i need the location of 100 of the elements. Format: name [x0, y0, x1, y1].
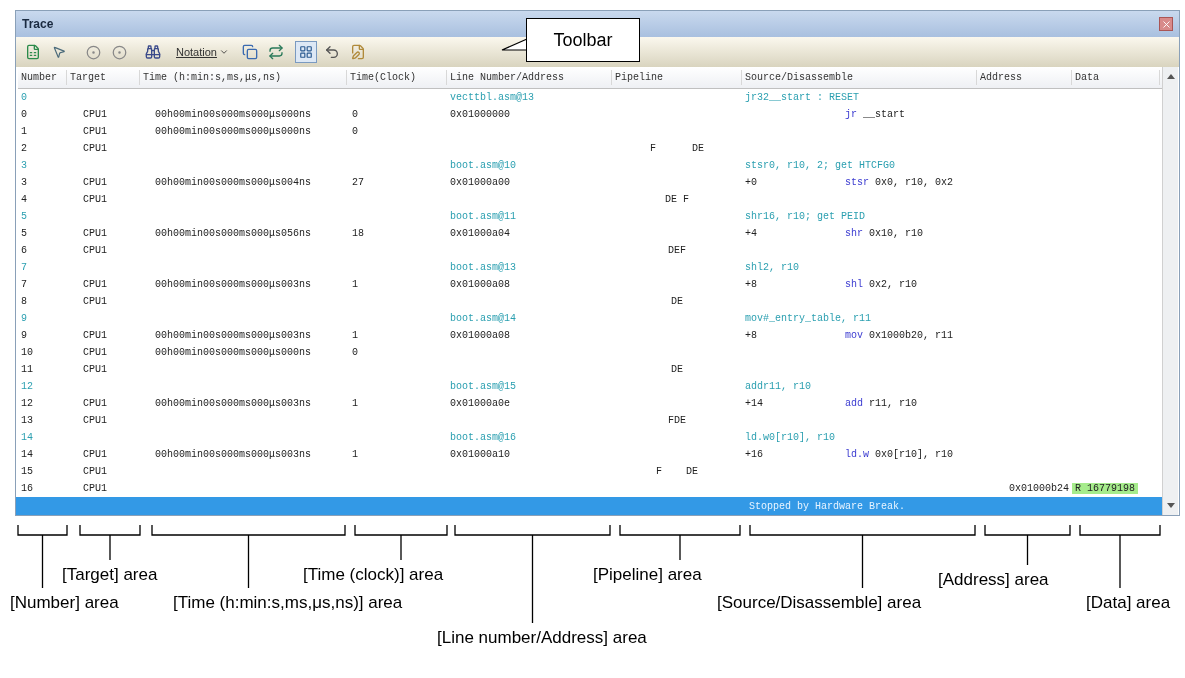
time-cell-text: 00h00min00s000ms000μs003ns	[154, 279, 313, 290]
offset-cell-text: +8	[744, 279, 758, 290]
column-heading[interactable]: Pipeline	[612, 70, 742, 85]
address-cell-text: 0x01000a08	[449, 330, 511, 341]
clock-cell-text: 1	[351, 449, 359, 460]
row-number: 8	[20, 295, 28, 309]
row-number: 14	[20, 431, 34, 445]
row-number: 11	[20, 363, 34, 377]
target-cell-text: CPU1	[82, 126, 108, 137]
column-heading[interactable]: Time (h:min:s,ms,μs,ns)	[140, 70, 347, 85]
row-number: 1	[20, 125, 28, 139]
column-heading[interactable]: Line Number/Address	[447, 70, 612, 85]
mnemonic: add	[844, 397, 864, 411]
source-line: mov#_entry_table, r11	[744, 312, 873, 326]
clock-cell-text: 0	[351, 126, 359, 137]
address-value: 0x01000b24	[1008, 482, 1070, 496]
pipeline-stages: FDE	[667, 414, 687, 428]
area-label: [Time (h:min:s,ms,μs,ns)] area	[173, 592, 403, 614]
operands: 0x0[r10], r10	[874, 448, 955, 462]
time-cell-text: 00h00min00s000ms000μs003ns	[154, 398, 313, 409]
column-heading[interactable]: Data	[1072, 70, 1160, 85]
toolbar-callout-tail	[500, 38, 528, 54]
column-heading[interactable]: Address	[977, 70, 1072, 85]
target-cell-text: CPU1	[82, 398, 108, 409]
target-cell-text: CPU1	[82, 449, 108, 460]
time-cell-text: 00h00min00s000ms000μs000ns	[154, 347, 313, 358]
row-number: 3	[20, 176, 28, 190]
offset-cell-text: +0	[744, 177, 758, 188]
clock-cell-text: 1	[351, 330, 359, 341]
source-file-line: boot.asm@14	[449, 312, 517, 326]
source-file-line: boot.asm@13	[449, 261, 517, 275]
row-number: 5	[20, 210, 28, 224]
close-button[interactable]	[1159, 17, 1173, 31]
mnemonic: stsr	[844, 176, 870, 190]
row-number: 7	[20, 261, 28, 275]
area-label: [Number] area	[10, 592, 119, 614]
clock-cell-text: 1	[351, 398, 359, 409]
column-heading[interactable]: Source/Disassemble	[742, 70, 977, 85]
clock-cell-text: 0	[351, 347, 359, 358]
data-value: R 16779198	[1072, 483, 1138, 494]
target-cell-text: CPU1	[82, 483, 108, 494]
target-cell-text: CPU1	[82, 296, 108, 307]
time-cell-text: 00h00min00s000ms000μs000ns	[154, 109, 313, 120]
pipeline-stages: DE	[670, 363, 684, 377]
caret-icon	[219, 47, 229, 57]
target-cell-text: CPU1	[82, 228, 108, 239]
scroll-down-icon[interactable]	[1166, 503, 1175, 509]
row-number: 14	[20, 448, 34, 462]
area-label: [Time (clock)] area	[303, 564, 444, 586]
row-number: 9	[20, 329, 28, 343]
grid-icon[interactable]	[295, 41, 317, 63]
notation-button[interactable]: Notation	[174, 43, 231, 61]
row-number: 13	[20, 414, 34, 428]
address-cell-text: 0x01000a00	[449, 177, 511, 188]
row-number: 6	[20, 244, 28, 258]
source-line: jr32__start : RESET	[744, 91, 861, 105]
scrollbar[interactable]	[1162, 67, 1178, 515]
source-line: addr11, r10	[744, 380, 812, 394]
area-label: [Data] area	[1086, 592, 1171, 614]
offset-cell-text: +16	[744, 449, 764, 460]
window-title: Trace	[22, 16, 54, 33]
offset-cell-text: +8	[744, 330, 758, 341]
mnemonic: mov	[844, 329, 864, 343]
toolbar-callout: Toolbar	[526, 18, 640, 62]
address-cell-text: 0x01000a10	[449, 449, 511, 460]
row-number: 4	[20, 193, 28, 207]
target-cell-text: CPU1	[82, 245, 108, 256]
operands: 0x10, r10	[868, 227, 925, 241]
target-cell-text: CPU1	[82, 177, 108, 188]
row-number: 16	[20, 482, 34, 496]
operands: 0x1000b20, r11	[868, 329, 955, 343]
mnemonic: shl	[844, 278, 864, 292]
status-text: Stopped by Hardware Break.	[749, 499, 906, 514]
operands: __start	[862, 108, 907, 122]
source-file-line: boot.asm@11	[449, 210, 517, 224]
row-number: 12	[20, 380, 34, 394]
target-cell-text: CPU1	[82, 330, 108, 341]
row-number: 2	[20, 142, 28, 156]
operands: 0x2, r10	[868, 278, 919, 292]
source-line: shr16, r10; get PEID	[744, 210, 867, 224]
column-heading[interactable]: Time(Clock)	[347, 70, 447, 85]
row-number: 0	[20, 108, 28, 122]
row-number: 9	[20, 312, 28, 326]
offset-cell-text: +4	[744, 228, 758, 239]
target-cell-text: CPU1	[82, 109, 108, 120]
column-heading[interactable]: Number	[18, 70, 67, 85]
target-cell-text: CPU1	[82, 364, 108, 375]
target-cell-text: CPU1	[82, 415, 108, 426]
pipeline-stages: F DE	[655, 465, 699, 479]
column-heading[interactable]: Target	[67, 70, 140, 85]
mnemonic: ld.w	[844, 448, 870, 462]
area-label: [Target] area	[62, 564, 158, 586]
source-file-line: vecttbl.asm@13	[449, 91, 535, 105]
pipeline-stages: F DE	[649, 142, 705, 156]
scroll-up-icon[interactable]	[1166, 73, 1175, 79]
pipeline-stages: DE F	[664, 193, 690, 207]
area-label: [Line number/Address] area	[437, 627, 647, 649]
offset-cell-text: +14	[744, 398, 764, 409]
area-label: [Source/Disassemble] area	[717, 592, 922, 614]
clock-cell-text: 1	[351, 279, 359, 290]
